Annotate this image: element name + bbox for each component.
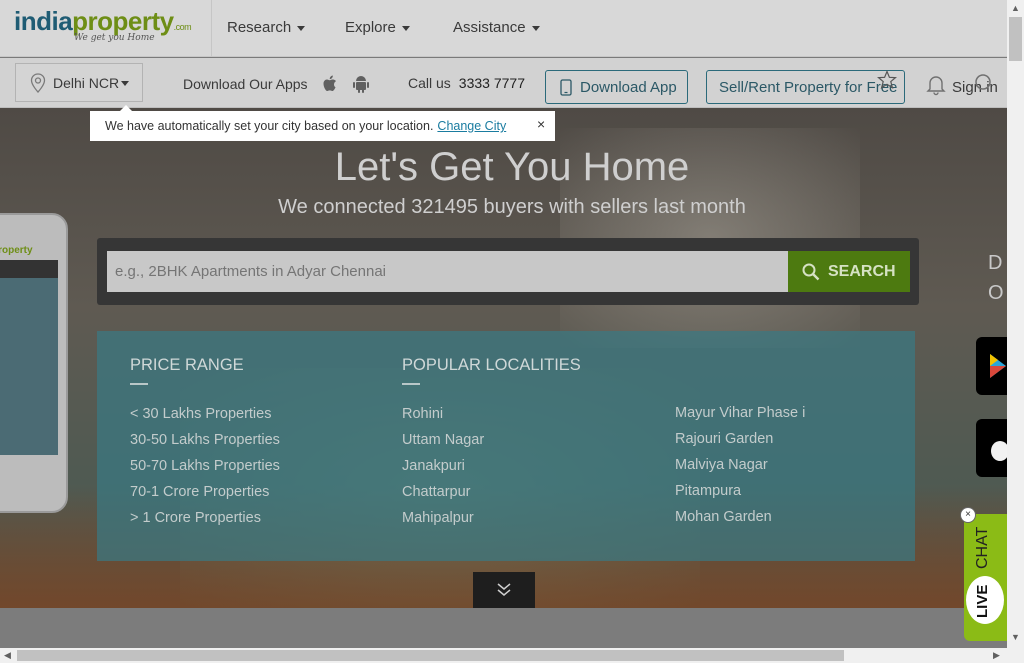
download-apps-label: Download Our Apps: [183, 76, 308, 92]
heading-underline: [402, 383, 420, 385]
locality-link[interactable]: Rajouri Garden: [675, 431, 773, 447]
vertical-scroll-thumb[interactable]: [1009, 17, 1022, 61]
hero-subline: We connected 321495 buyers with sellers …: [278, 196, 746, 218]
bell-icon[interactable]: [925, 74, 947, 96]
location-pin-icon: [30, 73, 46, 93]
double-chevron-down-icon: [497, 583, 511, 596]
phone-number[interactable]: 3333 7777: [459, 75, 525, 91]
android-icon[interactable]: [352, 74, 370, 94]
locality-link[interactable]: Malviya Nagar: [675, 457, 768, 473]
mobile-phone-icon: [560, 79, 572, 96]
vertical-scrollbar[interactable]: ▲ ▼: [1007, 0, 1024, 648]
scroll-left-arrow-icon[interactable]: ◀: [4, 650, 11, 661]
locality-link[interactable]: Mohan Garden: [675, 509, 772, 525]
nav-research[interactable]: Research: [227, 19, 306, 36]
app-promo-text: D: [988, 252, 1003, 274]
logo-tagline: We get you Home: [74, 33, 155, 43]
page: Let's Get You Home We connected 321495 b…: [0, 0, 1007, 648]
search-input[interactable]: [107, 251, 788, 292]
chevron-down-icon: [297, 25, 306, 31]
locality-link[interactable]: Uttam Nagar: [402, 432, 484, 448]
apple-icon[interactable]: [321, 74, 339, 94]
price-link[interactable]: 50-70 Lakhs Properties: [130, 458, 280, 474]
price-link[interactable]: 70-1 Crore Properties: [130, 484, 269, 500]
quick-links-panel: PRICE RANGE < 30 Lakhs Properties 30-50 …: [97, 331, 915, 561]
scrollbar-corner: [1007, 648, 1024, 663]
google-play-icon: [990, 354, 1006, 378]
app-promo-text: O: [988, 282, 1004, 304]
search-bar: SEARCH: [97, 238, 919, 305]
live-chat-label-live: LIVE: [974, 584, 991, 618]
city-name: Delhi NCR: [53, 75, 120, 91]
heading-underline: [130, 383, 148, 385]
chevron-down-icon: [121, 81, 129, 86]
hero-section: Let's Get You Home We connected 321495 b…: [0, 108, 1007, 608]
price-range-heading: PRICE RANGE: [130, 356, 244, 374]
scroll-down-arrow-icon[interactable]: ▼: [1011, 632, 1020, 642]
app-store-badge[interactable]: [976, 419, 1007, 477]
close-icon[interactable]: ×: [537, 116, 545, 132]
locality-link[interactable]: Janakpuri: [402, 458, 465, 474]
phone-mockup-logo: property: [0, 245, 33, 256]
search-icon: [802, 263, 820, 281]
change-city-link[interactable]: Change City: [437, 119, 506, 133]
price-link[interactable]: < 30 Lakhs Properties: [130, 406, 271, 422]
locality-link[interactable]: Pitampura: [675, 483, 741, 499]
indiaproperty-logo[interactable]: indiaproperty.com We get you Home: [14, 6, 204, 48]
apple-icon: [991, 441, 1007, 461]
price-link[interactable]: > 1 Crore Properties: [130, 510, 261, 526]
scroll-right-arrow-icon[interactable]: ▶: [993, 650, 1000, 661]
google-play-badge[interactable]: [976, 337, 1007, 395]
live-chat-widget[interactable]: CHAT LIVE: [964, 514, 1007, 641]
search-button[interactable]: SEARCH: [788, 251, 910, 292]
scroll-up-arrow-icon[interactable]: ▲: [1011, 3, 1020, 13]
hero-headline: Let's Get You Home: [334, 145, 690, 189]
city-autoset-tooltip: We have automatically set your city base…: [90, 105, 555, 141]
chevron-down-icon: [531, 25, 540, 31]
price-link[interactable]: 30-50 Lakhs Properties: [130, 432, 280, 448]
chevron-down-icon: [401, 25, 410, 31]
locality-link[interactable]: Mahipalpur: [402, 510, 474, 526]
phone-mockup-image: property: [0, 213, 68, 513]
search-button-label: SEARCH: [828, 263, 896, 280]
nav-assistance[interactable]: Assistance: [453, 19, 540, 36]
star-icon: [877, 70, 897, 90]
popular-localities-heading: POPULAR LOCALITIES: [402, 356, 581, 374]
site-header: indiaproperty.com We get you Home Resear…: [0, 0, 1007, 57]
city-selector[interactable]: Delhi NCR: [15, 63, 143, 102]
horizontal-scroll-thumb[interactable]: [17, 650, 844, 661]
tooltip-message: We have automatically set your city base…: [105, 119, 434, 133]
call-us-label: Call us: [408, 75, 451, 91]
sell-rent-label: Sell/Rent Property for Free: [719, 79, 898, 96]
page-below-fold: [0, 608, 1007, 648]
nav-explore[interactable]: Explore: [345, 19, 410, 36]
locality-link[interactable]: Chattarpur: [402, 484, 471, 500]
locality-link[interactable]: Mayur Vihar Phase i: [675, 405, 805, 421]
download-app-label: Download App: [580, 79, 677, 96]
live-chat-label-chat: CHAT: [974, 526, 991, 569]
utility-bar: Delhi NCR Download Our Apps Call us 3333 …: [0, 58, 1007, 108]
call-us: Call us 3333 7777: [408, 75, 525, 91]
search-icon[interactable]: [973, 72, 995, 94]
live-chat-close-icon[interactable]: ×: [960, 507, 976, 523]
download-app-button[interactable]: Download App: [545, 70, 688, 104]
sell-rent-button[interactable]: Sell/Rent Property for Free: [706, 70, 905, 104]
locality-link[interactable]: Rohini: [402, 406, 443, 422]
horizontal-scrollbar[interactable]: ◀ ▶: [0, 648, 1007, 663]
scroll-down-button[interactable]: [473, 572, 535, 608]
